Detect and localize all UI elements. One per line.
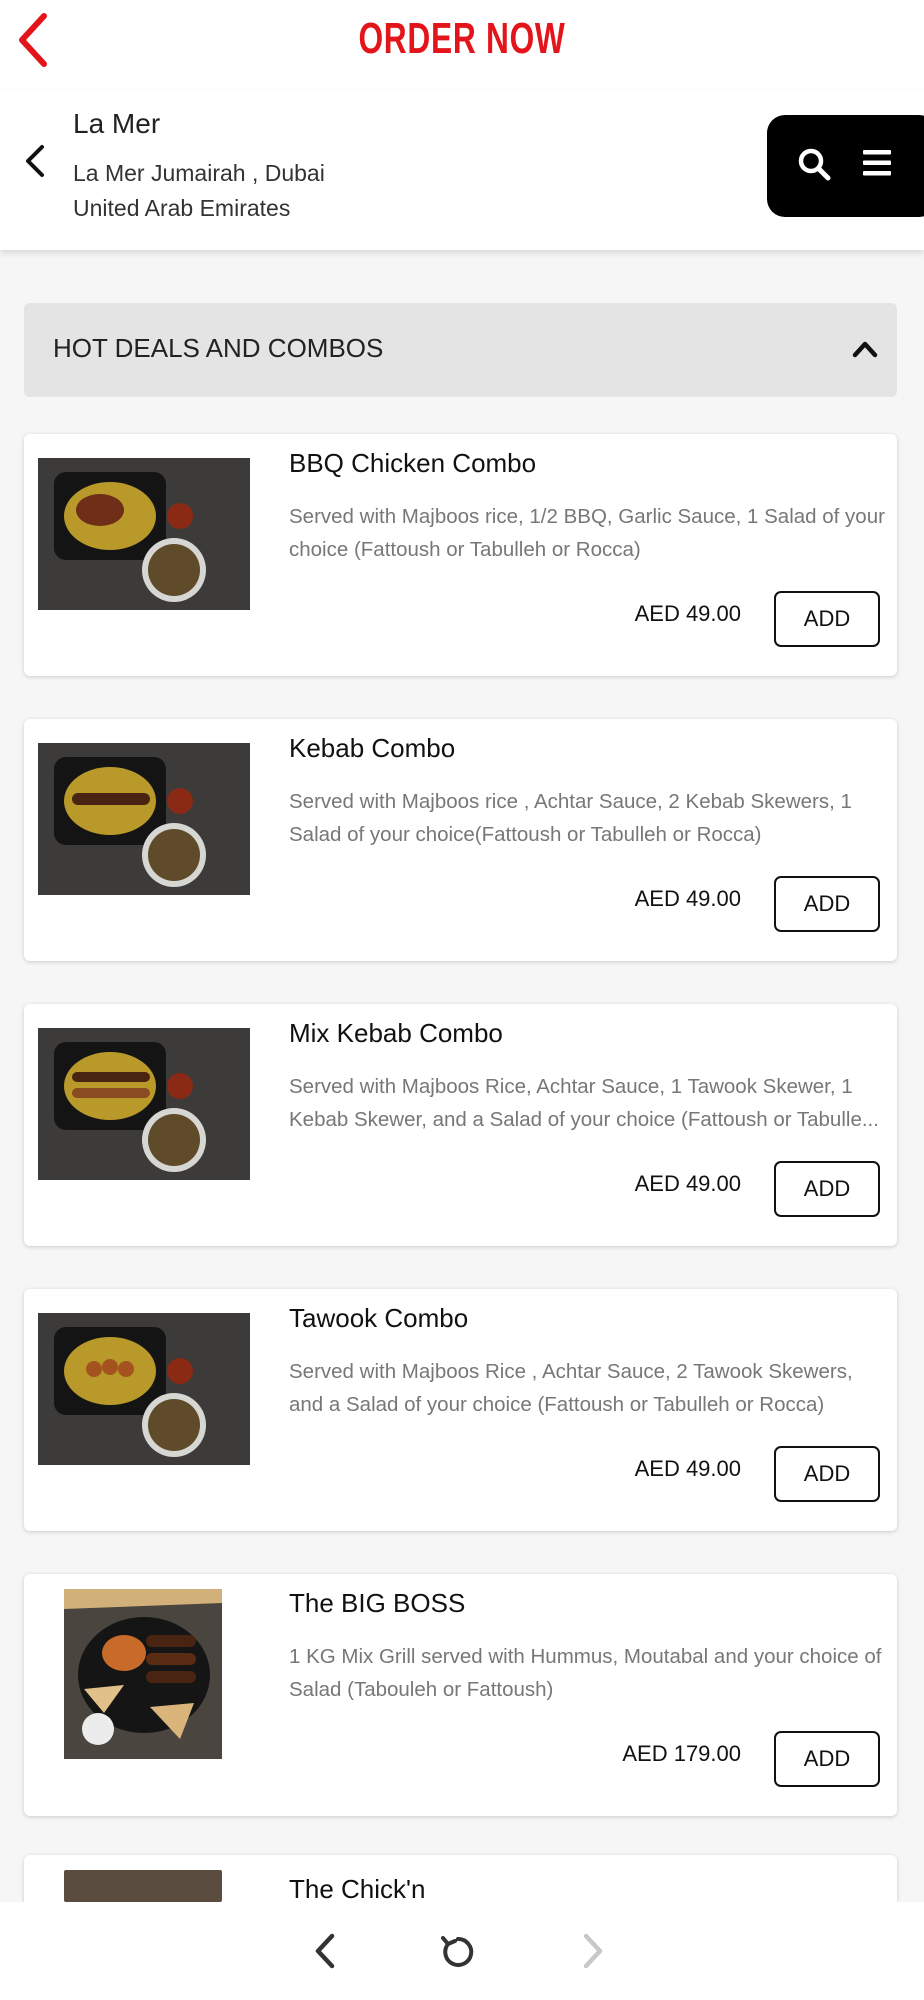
top-bar: ORDER NOW	[0, 0, 924, 90]
menu-item-card[interactable]: BBQ Chicken Combo Served with Majboos ri…	[24, 434, 897, 676]
reload-icon[interactable]	[440, 1932, 476, 1970]
item-name: BBQ Chicken Combo	[289, 448, 537, 478]
add-button[interactable]: ADD	[774, 1161, 880, 1217]
menu-item-card[interactable]: Tawook Combo Served with Majboos Rice , …	[24, 1289, 897, 1531]
chickn-photo	[64, 1870, 222, 1902]
add-button[interactable]: ADD	[774, 591, 880, 647]
item-price: AED 179.00	[622, 1741, 741, 1766]
location-name: La Mer	[73, 108, 161, 139]
mix-kebab-combo-photo	[38, 1028, 250, 1180]
hamburger-menu-icon[interactable]	[863, 149, 891, 177]
item-price: AED 49.00	[634, 1171, 741, 1196]
item-name: Kebab Combo	[289, 733, 456, 763]
item-name: Tawook Combo	[289, 1303, 469, 1333]
big-boss-platter-photo	[64, 1589, 222, 1759]
kebab-combo-photo	[38, 743, 250, 895]
item-description: Served with Majboos rice, 1/2 BBQ, Garli…	[289, 505, 885, 561]
item-description: Served with Majboos rice , Achtar Sauce,…	[289, 790, 852, 846]
item-name: Mix Kebab Combo	[289, 1018, 503, 1048]
category-title: HOT DEALS AND COMBOS	[53, 333, 384, 363]
chevron-left-icon[interactable]	[22, 144, 48, 178]
category-header-hot-deals[interactable]: HOT DEALS AND COMBOS	[24, 303, 897, 397]
add-button[interactable]: ADD	[774, 876, 880, 932]
menu-item-card[interactable]: The BIG BOSS 1 KG Mix Grill served with …	[24, 1574, 897, 1816]
menu-item-card[interactable]: Kebab Combo Served with Majboos rice , A…	[24, 719, 897, 961]
item-name: The Chick'n	[289, 1874, 426, 1904]
item-price: AED 49.00	[634, 601, 741, 626]
tawook-combo-photo	[38, 1313, 250, 1465]
menu-item-card[interactable]: Mix Kebab Combo Served with Majboos Rice…	[24, 1004, 897, 1246]
item-description: Served with Majboos Rice, Achtar Sauce, …	[289, 1075, 879, 1131]
item-price: AED 49.00	[634, 886, 741, 911]
browser-nav-bar	[0, 1902, 924, 2000]
location-address-line1: La Mer Jumairah , Dubai	[73, 160, 325, 186]
bbq-chicken-combo-photo	[38, 458, 250, 610]
item-price: AED 49.00	[634, 1456, 741, 1481]
location-header: La Mer La Mer Jumairah , Dubai United Ar…	[0, 90, 924, 250]
location-address-line2: United Arab Emirates	[73, 195, 291, 221]
item-name: The BIG BOSS	[289, 1588, 466, 1618]
search-icon[interactable]	[797, 147, 831, 181]
page-title: ORDER NOW	[358, 14, 566, 63]
add-button[interactable]: ADD	[774, 1731, 880, 1787]
back-arrow-icon[interactable]	[312, 1932, 338, 1970]
header-actions	[767, 115, 924, 217]
back-arrow-icon[interactable]	[14, 12, 54, 68]
chevron-up-icon[interactable]	[852, 339, 878, 359]
forward-arrow-icon	[583, 1933, 603, 1969]
item-description: Served with Majboos Rice , Achtar Sauce,…	[289, 1360, 853, 1416]
item-description: 1 KG Mix Grill served with Hummus, Mouta…	[289, 1645, 882, 1701]
add-button[interactable]: ADD	[774, 1446, 880, 1502]
